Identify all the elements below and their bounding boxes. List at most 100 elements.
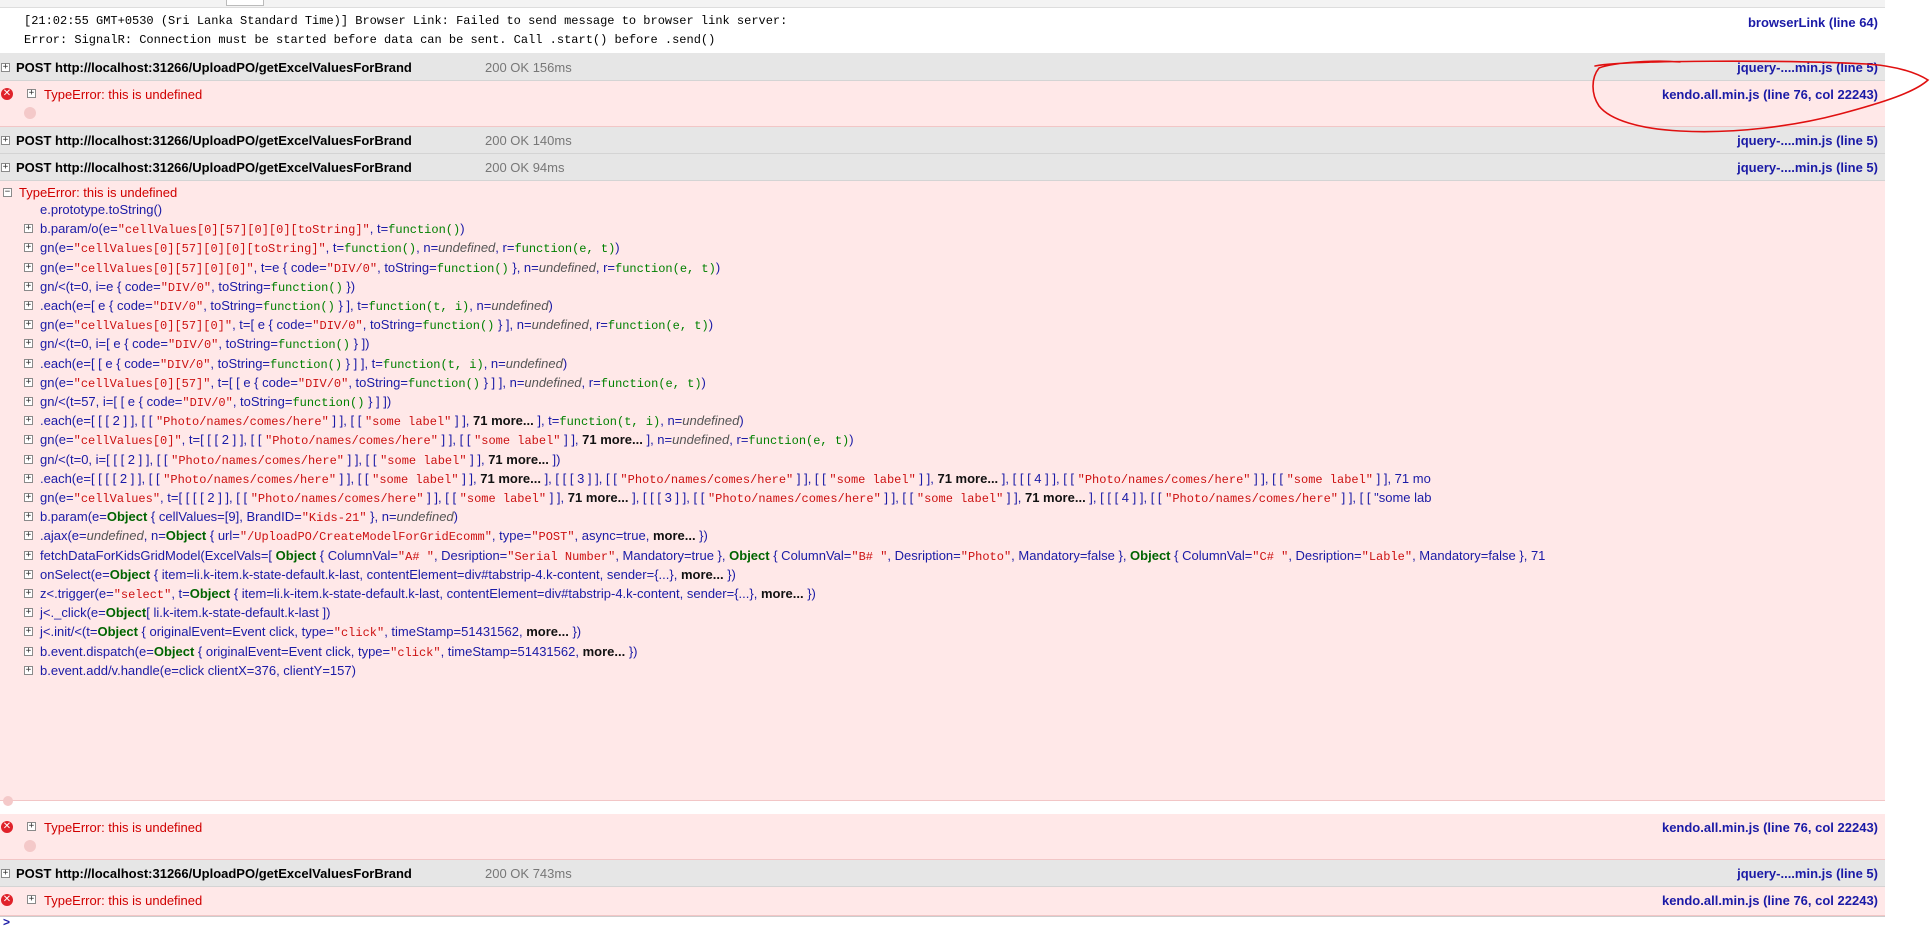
error-x-icon: ✕: [1, 894, 13, 906]
expand-plus-icon[interactable]: +: [24, 665, 33, 675]
command-line[interactable]: >: [0, 915, 1885, 929]
log-message: [21:02:55 GMT+0530 (Sri Lanka Standard T…: [0, 9, 1885, 54]
stack-frame-text: .each(e=[ [ e { code="DIV/0", toString=f…: [40, 355, 568, 372]
network-request-row[interactable]: + POST http://localhost:31266/UploadPO/g…: [0, 127, 1885, 154]
error-message: TypeError: this is undefined: [44, 87, 203, 102]
expand-plus-icon[interactable]: +: [27, 895, 36, 904]
stack-frame-text: .each(e=[ [ [ [ 2 ] ], [ [ "Photo/names/…: [40, 470, 1431, 487]
error-x-icon: ✕: [1, 821, 13, 833]
stack-frame-text: gn(e="cellValues[0][57]", t=[ [ e { code…: [40, 374, 706, 391]
request-url: POST http://localhost:31266/UploadPO/get…: [16, 133, 412, 148]
expand-plus-icon[interactable]: +: [24, 397, 33, 406]
expand-plus-icon[interactable]: +: [24, 243, 33, 253]
expand-plus-icon[interactable]: +: [24, 473, 33, 483]
stack-frame-text: gn/<(t=0, i=e { code="DIV/0", toString=f…: [40, 278, 356, 295]
expand-plus-icon[interactable]: +: [24, 320, 33, 330]
expand-plus-icon[interactable]: +: [27, 822, 36, 831]
error-entry[interactable]: ✕ + TypeError: this is undefined kendo.a…: [0, 814, 1885, 860]
error-bullet-icon: [24, 840, 36, 852]
stack-frame-text: e.prototype.toString(): [40, 202, 163, 217]
error-source-link[interactable]: kendo.all.min.js (line 76, col 22243): [1662, 893, 1878, 908]
error-message: TypeError: this is undefined: [19, 185, 178, 200]
error-source-link[interactable]: kendo.all.min.js (line 76, col 22243): [1662, 820, 1878, 835]
request-source-link[interactable]: jquery-....min.js (line 5): [1737, 60, 1878, 75]
expand-plus-icon[interactable]: +: [24, 262, 33, 272]
stack-frame-text: .ajax(e=undefined, n=Object { url="/Uplo…: [40, 528, 708, 545]
stack-frame-text: gn(e="cellValues[0][57][0][0][toString]"…: [40, 240, 620, 257]
command-prompt: >: [3, 915, 11, 929]
page-margin: [1885, 0, 1931, 928]
expand-plus-icon[interactable]: +: [1, 63, 10, 72]
expand-plus-icon[interactable]: +: [24, 339, 33, 349]
expand-plus-icon[interactable]: +: [27, 89, 36, 98]
error-bullet-icon: [24, 107, 36, 119]
expand-plus-icon[interactable]: +: [24, 589, 33, 598]
stack-frame-text: gn(e="cellValues", t=[ [ [ [ 2 ] ], [ [ …: [40, 490, 1432, 506]
request-status: 200 OK 743ms: [485, 866, 572, 881]
expand-plus-icon[interactable]: +: [24, 435, 33, 445]
stack-frame-text: onSelect(e=Object { item=li.k-item.k-sta…: [40, 566, 736, 582]
stack-frame-text: z<.trigger(e="select", t=Object { item=l…: [40, 586, 816, 602]
log-message-line-1: [21:02:55 GMT+0530 (Sri Lanka Standard T…: [24, 14, 788, 28]
expand-plus-icon[interactable]: +: [24, 454, 33, 464]
error-x-icon: ✕: [1, 88, 13, 100]
stack-frame-text: gn/<(t=0, i=[ [ [ 2 ] ], [ [ "Photo/name…: [40, 451, 561, 468]
network-request-row[interactable]: + POST http://localhost:31266/UploadPO/g…: [0, 154, 1885, 181]
request-url: POST http://localhost:31266/UploadPO/get…: [16, 60, 412, 75]
tab-stub[interactable]: [226, 0, 264, 6]
error-entry[interactable]: ✕ + TypeError: this is undefined kendo.a…: [0, 81, 1885, 127]
stack-frame-text: gn/<(t=57, i=[ [ e { code="DIV/0", toStr…: [40, 394, 392, 410]
expand-plus-icon[interactable]: +: [24, 281, 33, 291]
request-source-link[interactable]: jquery-....min.js (line 5): [1737, 160, 1878, 175]
request-status: 200 OK 140ms: [485, 133, 572, 148]
expand-plus-icon[interactable]: +: [24, 608, 33, 618]
stack-frame-text: .each(e=[ e { code="DIV/0", toString=fun…: [40, 298, 553, 314]
log-message-line-2: Error: SignalR: Connection must be start…: [24, 33, 716, 47]
request-status: 200 OK 94ms: [485, 160, 565, 175]
expand-plus-icon[interactable]: +: [24, 646, 33, 656]
request-status: 200 OK 156ms: [485, 60, 572, 75]
stack-frame-text: fetchDataForKidsGridModel(ExcelVals=[ Ob…: [40, 547, 1546, 564]
expand-plus-icon[interactable]: +: [24, 627, 33, 637]
network-request-row[interactable]: + POST http://localhost:31266/UploadPO/g…: [0, 860, 1885, 887]
stack-frame-text: b.event.add/v.handle(e=click clientX=376…: [40, 662, 356, 678]
error-source-link[interactable]: kendo.all.min.js (line 76, col 22243): [1662, 87, 1878, 102]
request-source-link[interactable]: jquery-....min.js (line 5): [1737, 133, 1878, 148]
stack-frame-text: j<.init/<(t=Object { originalEvent=Event…: [40, 624, 582, 641]
stack-frame-text: gn/<(t=0, i=[ e { code="DIV/0", toString…: [40, 336, 370, 353]
expand-plus-icon[interactable]: +: [24, 493, 33, 502]
expand-plus-icon[interactable]: +: [24, 358, 33, 368]
stack-frame-text: gn(e="cellValues[0][57][0][0]", t=e { co…: [40, 259, 721, 276]
expand-plus-icon[interactable]: +: [24, 531, 33, 541]
error-entry[interactable]: ✕ + TypeError: this is undefined kendo.a…: [0, 887, 1885, 916]
network-request-row[interactable]: + POST http://localhost:31266/UploadPO/g…: [0, 54, 1885, 81]
error-message: TypeError: this is undefined: [44, 820, 203, 835]
log-source-link[interactable]: browserLink (line 64): [1748, 15, 1878, 30]
expand-plus-icon[interactable]: +: [24, 569, 33, 579]
expand-plus-icon[interactable]: +: [24, 416, 33, 426]
stack-frame[interactable]: + b.event.add/v.handle(e=click clientX=37…: [0, 660, 1885, 682]
stack-frame-text: b.param(e=Object { cellValues=[9], Brand…: [40, 509, 459, 526]
expand-plus-icon[interactable]: +: [1, 136, 10, 145]
error-message: TypeError: this is undefined: [44, 893, 203, 908]
expand-plus-icon[interactable]: +: [24, 550, 33, 560]
request-source-link[interactable]: jquery-....min.js (line 5): [1737, 866, 1878, 881]
expand-plus-icon[interactable]: +: [24, 377, 33, 387]
stack-frame-text: b.param/o(e="cellValues[0][57][0][0][toS…: [40, 221, 465, 238]
expand-plus-icon[interactable]: +: [1, 869, 10, 878]
expand-plus-icon[interactable]: +: [24, 512, 33, 522]
stack-frame-text: gn(e="cellValues[0]", t=[ [ [ 2 ] ], [ […: [40, 432, 854, 449]
stack-frame-text: j<._click(e=Object[ li.k-item.k-state-de…: [40, 605, 331, 621]
toolbar-strip: [0, 0, 1885, 8]
stack-frame-text: .each(e=[ [ [ 2 ] ], [ [ "Photo/names/co…: [40, 413, 744, 430]
stack-frame-text: b.event.dispatch(e=Object { originalEven…: [40, 643, 638, 660]
expand-plus-icon[interactable]: +: [24, 224, 33, 234]
expand-plus-icon[interactable]: +: [24, 301, 33, 310]
error-bullet-icon: [3, 796, 13, 806]
request-url: POST http://localhost:31266/UploadPO/get…: [16, 160, 412, 175]
request-url: POST http://localhost:31266/UploadPO/get…: [16, 866, 412, 881]
error-stack-trace: − TypeError: this is undefined e.prototy…: [0, 181, 1885, 806]
stack-frame-text: gn(e="cellValues[0][57][0]", t=[ e { cod…: [40, 317, 714, 334]
collapse-minus-icon[interactable]: −: [3, 188, 12, 197]
expand-plus-icon[interactable]: +: [1, 163, 10, 172]
